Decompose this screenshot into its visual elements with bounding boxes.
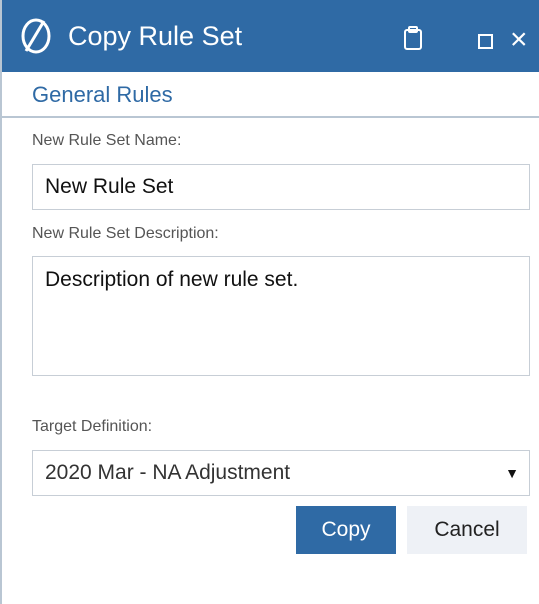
rule-set-description-textarea[interactable]: Description of new rule set. <box>32 256 530 376</box>
cancel-button[interactable]: Cancel <box>407 506 527 554</box>
clipboard-icon[interactable] <box>402 25 424 51</box>
rule-set-description-label: New Rule Set Description: <box>32 225 219 242</box>
copy-button[interactable]: Copy <box>296 506 396 554</box>
close-icon[interactable]: × <box>510 22 528 58</box>
rule-set-name-input[interactable]: New Rule Set <box>32 164 530 210</box>
logo-icon <box>21 18 51 54</box>
maximize-icon[interactable] <box>478 34 493 49</box>
section-header: General Rules <box>2 72 539 118</box>
target-definition-dropdown[interactable]: 2020 Mar - NA Adjustment ▼ <box>32 450 530 496</box>
rule-set-name-label: New Rule Set Name: <box>32 132 182 149</box>
title-bar: Copy Rule Set × <box>2 0 539 72</box>
target-definition-label: Target Definition: <box>32 418 153 435</box>
dialog-title: Copy Rule Set <box>68 21 243 51</box>
chevron-down-icon: ▼ <box>505 465 519 481</box>
section-title: General Rules <box>32 82 173 107</box>
target-definition-value: 2020 Mar - NA Adjustment <box>45 461 291 484</box>
copy-rule-set-dialog: Copy Rule Set × General Rules New Rule S… <box>0 0 539 604</box>
